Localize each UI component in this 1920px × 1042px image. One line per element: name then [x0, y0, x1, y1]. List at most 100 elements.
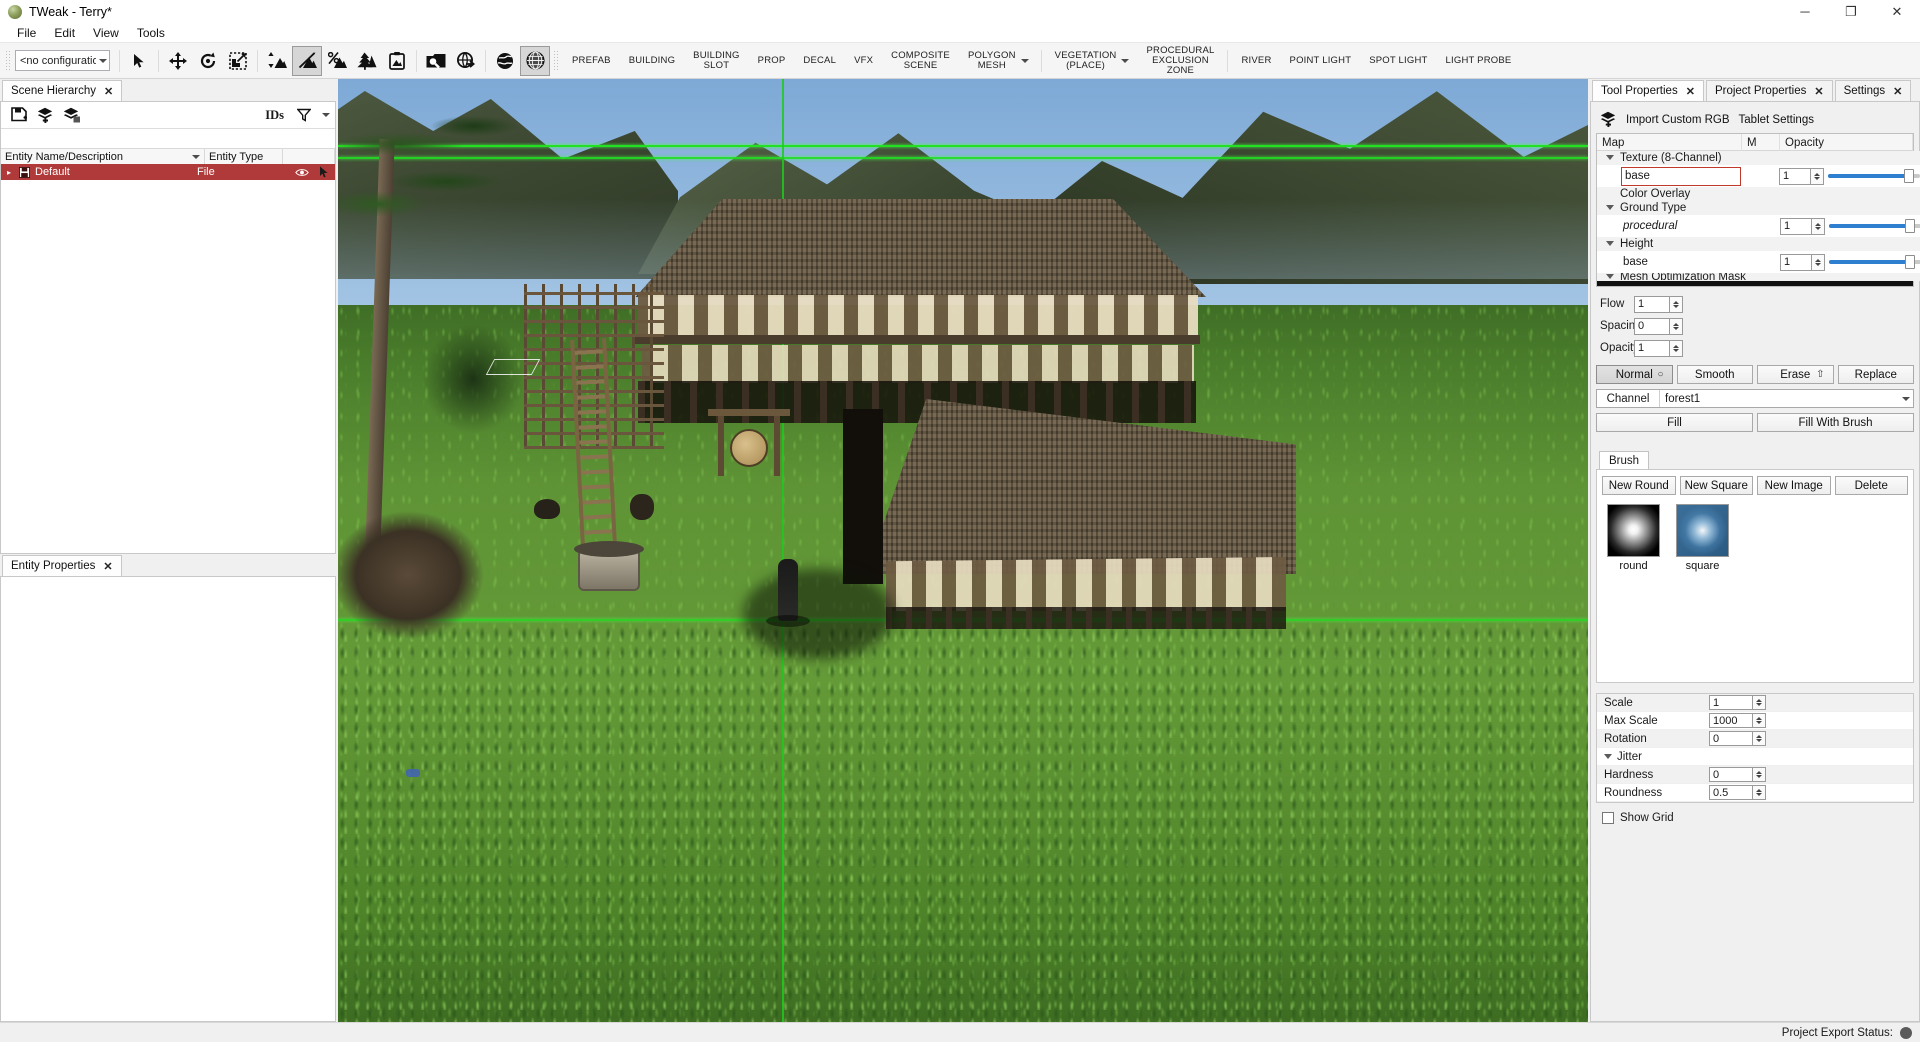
- vegetation-tool[interactable]: [352, 46, 382, 76]
- map-group-color-overlay[interactable]: Color Overlay: [1597, 187, 1920, 201]
- show-grid-row[interactable]: Show Grid: [1596, 803, 1914, 824]
- close-icon[interactable]: ✕: [103, 560, 112, 573]
- save-layer-icon[interactable]: [5, 103, 32, 128]
- fill-with-brush-button[interactable]: Fill With Brush: [1757, 413, 1914, 432]
- map-column-header[interactable]: Map: [1597, 134, 1742, 151]
- menu-file[interactable]: File: [8, 25, 45, 41]
- ids-toggle[interactable]: IDs: [259, 108, 290, 123]
- map-item-procedural-slider[interactable]: [1829, 218, 1920, 235]
- property-rotation-stepper[interactable]: [1753, 731, 1766, 746]
- category-building[interactable]: BUILDING: [620, 43, 684, 79]
- delete-brush-button[interactable]: Delete: [1835, 476, 1909, 495]
- property-row-hardness[interactable]: Hardness 0: [1597, 766, 1913, 784]
- category-decal[interactable]: DECAL: [794, 43, 845, 79]
- export-tool[interactable]: [451, 46, 481, 76]
- image-browse-tool[interactable]: [421, 46, 451, 76]
- tab-project-properties[interactable]: Project Properties ✕: [1706, 80, 1833, 101]
- terrain-ratio-tool[interactable]: [322, 46, 352, 76]
- remove-layer-icon[interactable]: [59, 103, 86, 128]
- chevron-down-icon[interactable]: [1606, 155, 1614, 160]
- chevron-down-icon[interactable]: [1121, 59, 1129, 63]
- brush-opacity-input[interactable]: 1: [1634, 340, 1670, 357]
- 3d-viewport[interactable]: [338, 79, 1588, 1022]
- property-row-roundness[interactable]: Roundness 0.5: [1597, 784, 1913, 802]
- tab-entity-properties[interactable]: Entity Properties ✕: [2, 555, 122, 576]
- map-item-height-base-slider[interactable]: [1829, 254, 1920, 271]
- tab-scene-hierarchy[interactable]: Scene Hierarchy ✕: [2, 80, 122, 101]
- property-row-jitter[interactable]: Jitter: [1597, 748, 1913, 766]
- property-scale-slider[interactable]: [1772, 696, 1907, 710]
- map-item-height-base-opacity[interactable]: 1: [1780, 254, 1812, 271]
- mode-erase-button[interactable]: Erase ⇧: [1757, 365, 1834, 384]
- tablet-settings-link[interactable]: Tablet Settings: [1739, 114, 1814, 126]
- mode-replace-button[interactable]: Replace: [1838, 365, 1915, 384]
- channel-value[interactable]: forest1: [1659, 390, 1895, 407]
- brush-opacity-stepper[interactable]: [1670, 340, 1683, 357]
- property-hardness-stepper[interactable]: [1753, 767, 1766, 782]
- map-item-texture-base-slider[interactable]: [1828, 168, 1920, 185]
- column-entity-type[interactable]: Entity Type: [205, 149, 283, 164]
- column-entity-name[interactable]: Entity Name/Description: [1, 149, 205, 164]
- close-icon[interactable]: ✕: [104, 85, 113, 98]
- funnel-filter-icon[interactable]: [290, 103, 317, 128]
- entity-grid-body[interactable]: ▸ Default File: [1, 164, 335, 553]
- map-item-height-base[interactable]: base 1: [1597, 251, 1920, 273]
- category-spot-light[interactable]: SPOT LIGHT: [1360, 43, 1436, 79]
- mode-normal-button[interactable]: Normal ○: [1596, 365, 1673, 384]
- menu-tools[interactable]: Tools: [128, 25, 174, 41]
- brush-flow-input[interactable]: 1: [1634, 296, 1670, 313]
- chevron-down-icon[interactable]: [1021, 59, 1029, 63]
- brush-thumbnail-square[interactable]: square: [1676, 504, 1729, 572]
- map-item-procedural-opacity-stepper[interactable]: [1812, 218, 1825, 235]
- chevron-down-icon[interactable]: [1895, 397, 1913, 401]
- map-item-texture-base-name[interactable]: base: [1621, 167, 1741, 186]
- brush-spacing-input[interactable]: 0: [1634, 318, 1670, 335]
- property-max-scale-slider[interactable]: [1772, 714, 1907, 728]
- map-item-texture-base-opacity[interactable]: 1: [1779, 168, 1811, 185]
- property-hardness-slider[interactable]: [1772, 768, 1907, 782]
- map-item-height-base-opacity-stepper[interactable]: [1812, 254, 1825, 271]
- map-item-texture-base-opacity-stepper[interactable]: [1811, 168, 1824, 185]
- category-polygon-mesh[interactable]: POLYGON MESH: [959, 43, 1019, 79]
- property-scale-stepper[interactable]: [1753, 695, 1766, 710]
- chevron-right-icon[interactable]: [1604, 754, 1612, 759]
- property-max-scale-input[interactable]: 1000: [1709, 713, 1753, 728]
- close-icon[interactable]: ✕: [1814, 85, 1823, 98]
- close-button[interactable]: ✕: [1874, 0, 1920, 24]
- brush-flow-slider[interactable]: [1688, 296, 1914, 312]
- maximize-button[interactable]: ❐: [1828, 0, 1874, 24]
- tab-tool-properties[interactable]: Tool Properties ✕: [1592, 80, 1704, 101]
- property-jitter-label-group[interactable]: Jitter: [1597, 751, 1709, 763]
- map-group-texture[interactable]: Texture (8-Channel): [1597, 151, 1920, 165]
- import-custom-rgb-link[interactable]: Import Custom RGB: [1626, 114, 1730, 126]
- rotate-tool[interactable]: [193, 46, 223, 76]
- property-hardness-input[interactable]: 0: [1709, 767, 1753, 782]
- fill-button[interactable]: Fill: [1596, 413, 1753, 432]
- chevron-down-icon[interactable]: [1606, 274, 1614, 279]
- property-roundness-stepper[interactable]: [1753, 785, 1766, 800]
- new-image-button[interactable]: New Image: [1757, 476, 1831, 495]
- filter-chevron-down-icon[interactable]: [317, 103, 331, 128]
- category-vegetation-place[interactable]: VEGETATION (PLACE): [1046, 43, 1120, 79]
- row-cursor-arrow-icon[interactable]: [313, 166, 335, 178]
- brush-spacing-stepper[interactable]: [1670, 318, 1683, 335]
- map-item-procedural-opacity[interactable]: 1: [1780, 218, 1812, 235]
- new-square-button[interactable]: New Square: [1680, 476, 1754, 495]
- category-vfx[interactable]: VFX: [845, 43, 882, 79]
- map-group-mesh-optimization-mask[interactable]: Mesh Optimization Mask: [1597, 273, 1920, 281]
- close-icon[interactable]: ✕: [1686, 85, 1695, 98]
- close-icon[interactable]: ✕: [1893, 85, 1902, 98]
- show-grid-checkbox[interactable]: [1602, 812, 1614, 824]
- terrain-raise-tool[interactable]: [262, 46, 292, 76]
- row-visibility-eye-icon[interactable]: [291, 168, 313, 177]
- world-wireframe-tool[interactable]: [520, 46, 550, 76]
- menu-edit[interactable]: Edit: [45, 25, 84, 41]
- terrain-paint-tool[interactable]: [292, 46, 322, 76]
- category-river[interactable]: RIVER: [1232, 43, 1280, 79]
- property-scale-input[interactable]: 1: [1709, 695, 1753, 710]
- property-rotation-input[interactable]: 0: [1709, 731, 1753, 746]
- layers-add-icon[interactable]: [1600, 111, 1617, 130]
- property-row-max-scale[interactable]: Max Scale 1000: [1597, 712, 1913, 730]
- row-expander[interactable]: ▸: [1, 168, 17, 177]
- map-group-ground-type[interactable]: Ground Type: [1597, 201, 1920, 215]
